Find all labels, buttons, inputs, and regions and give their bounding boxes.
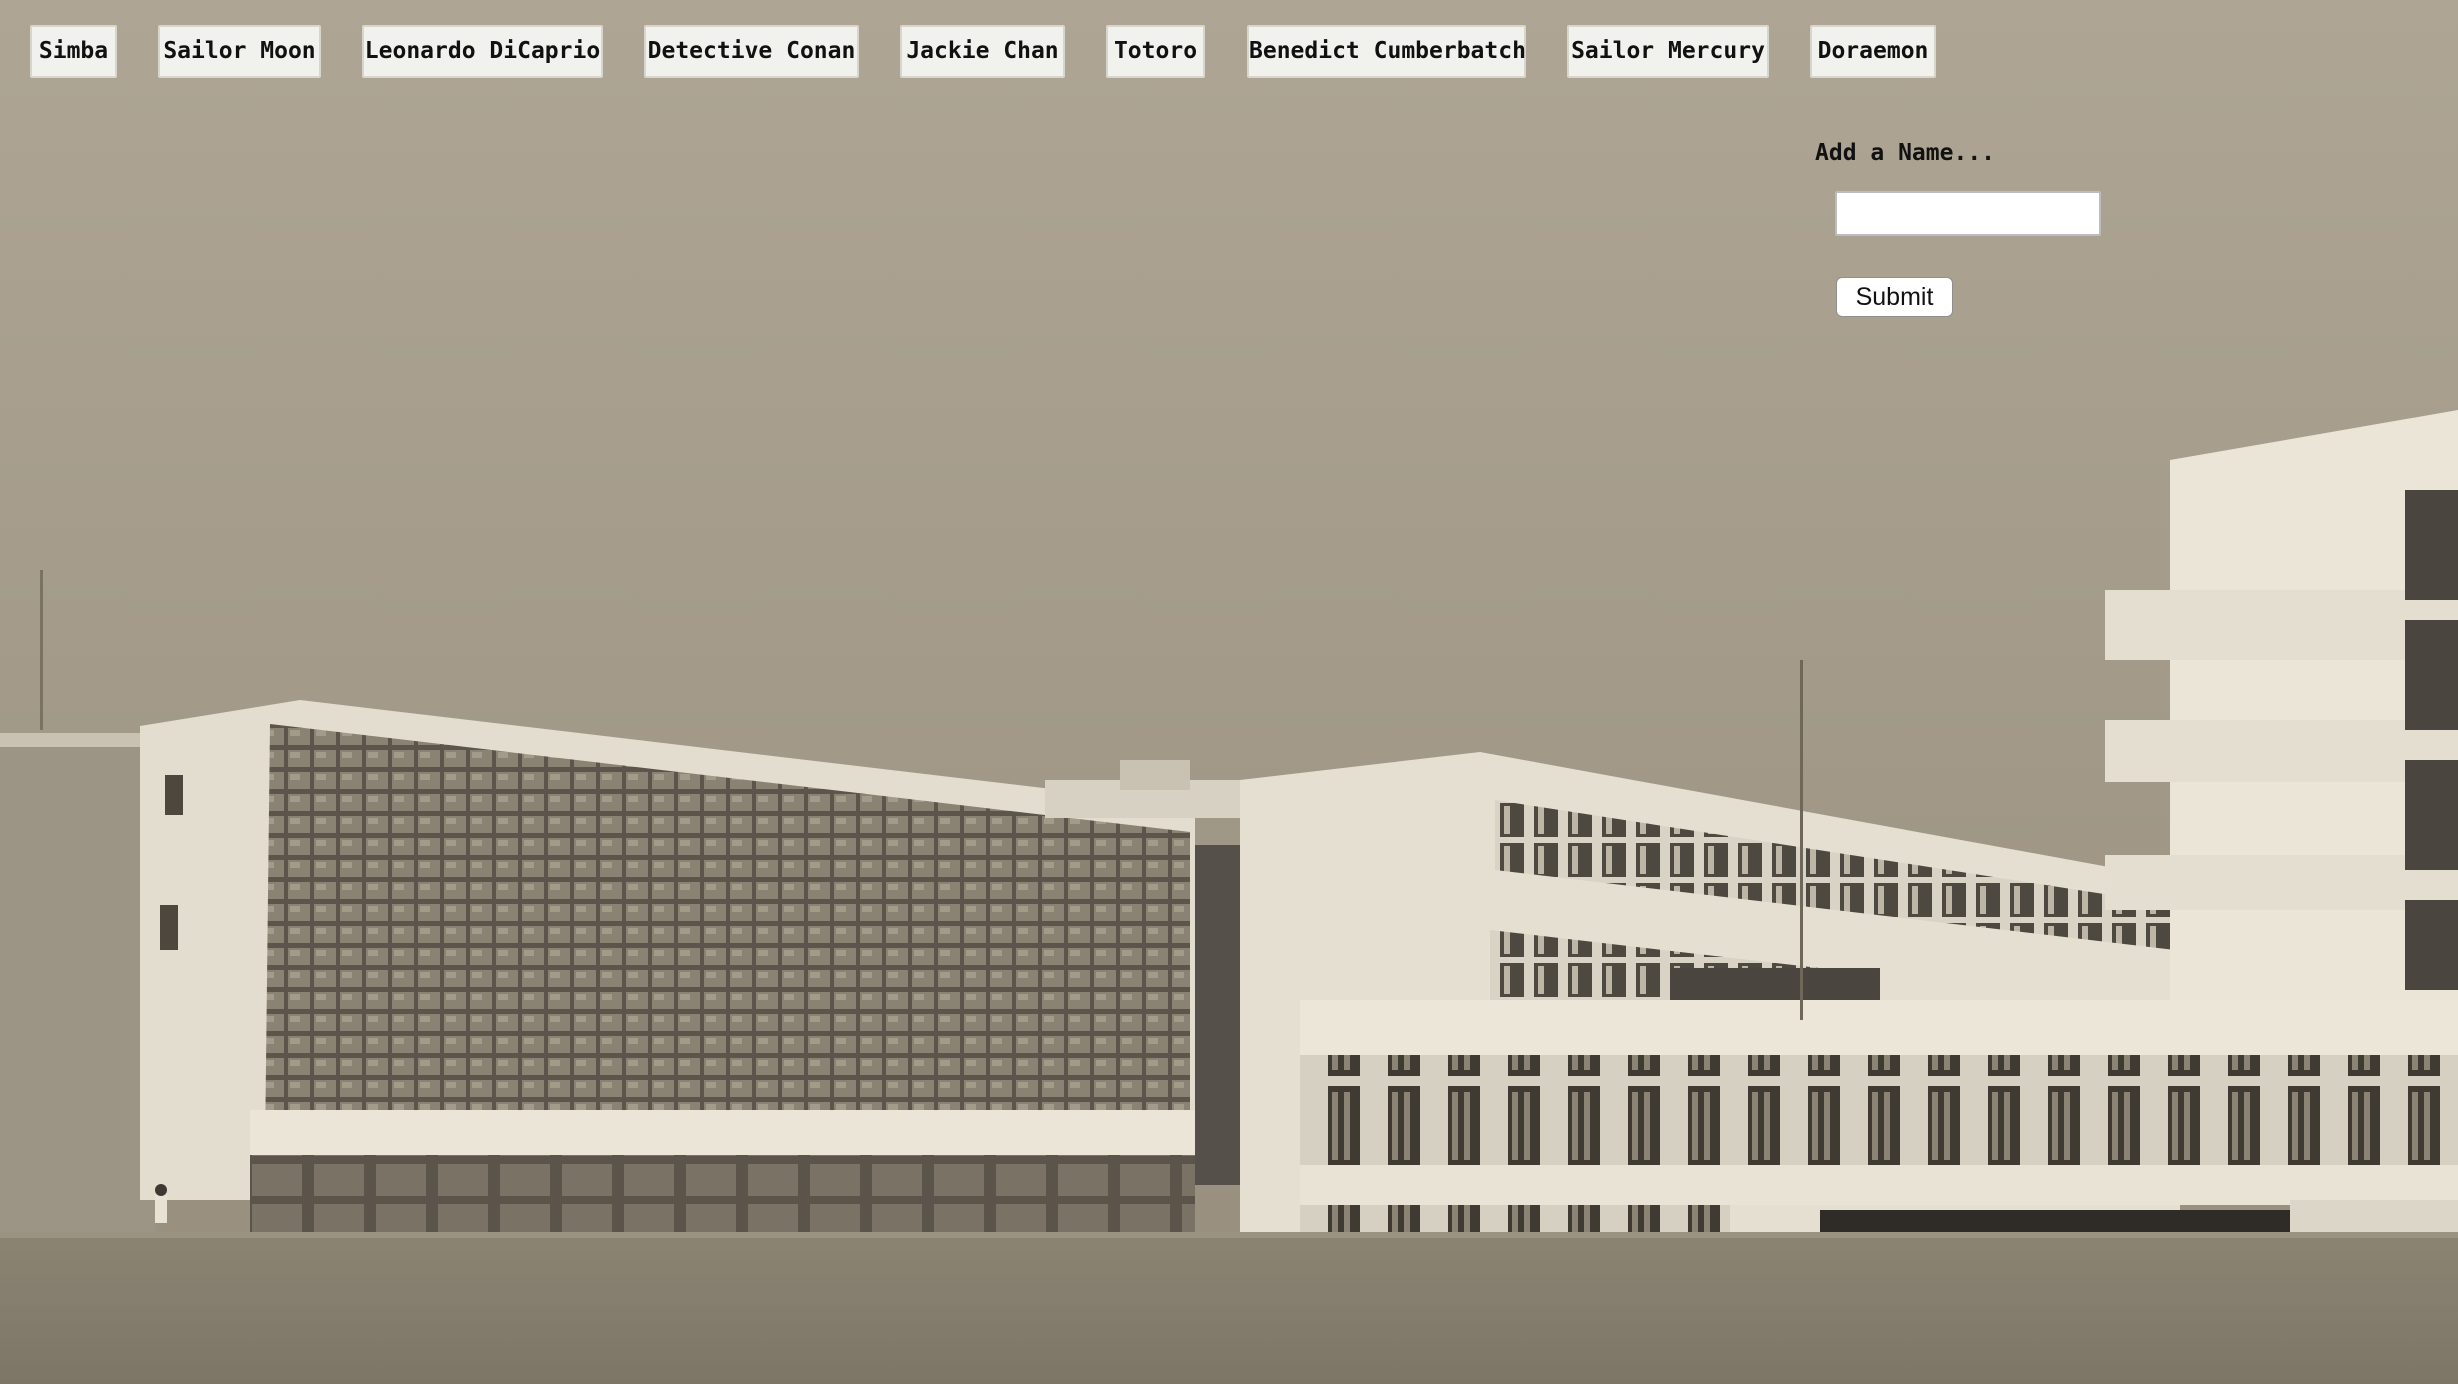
name-chip-sailor-moon[interactable]: Sailor Moon: [158, 25, 321, 78]
name-chip-doraemon[interactable]: Doraemon: [1810, 25, 1936, 78]
name-chip-jackie-chan[interactable]: Jackie Chan: [900, 25, 1065, 78]
name-chip-leonardo-dicaprio[interactable]: Leonardo DiCaprio: [362, 25, 603, 78]
name-chip-sailor-mercury[interactable]: Sailor Mercury: [1567, 25, 1769, 78]
name-input[interactable]: [1835, 191, 2101, 236]
name-chip-detective-conan[interactable]: Detective Conan: [644, 25, 859, 78]
name-chip-totoro[interactable]: Totoro: [1106, 25, 1205, 78]
name-chip-benedict-cumberbatch[interactable]: Benedict Cumberbatch: [1247, 25, 1526, 78]
submit-button[interactable]: Submit: [1836, 277, 1953, 317]
add-name-label: Add a Name...: [1815, 140, 1996, 166]
name-chip-simba[interactable]: Simba: [30, 25, 117, 78]
